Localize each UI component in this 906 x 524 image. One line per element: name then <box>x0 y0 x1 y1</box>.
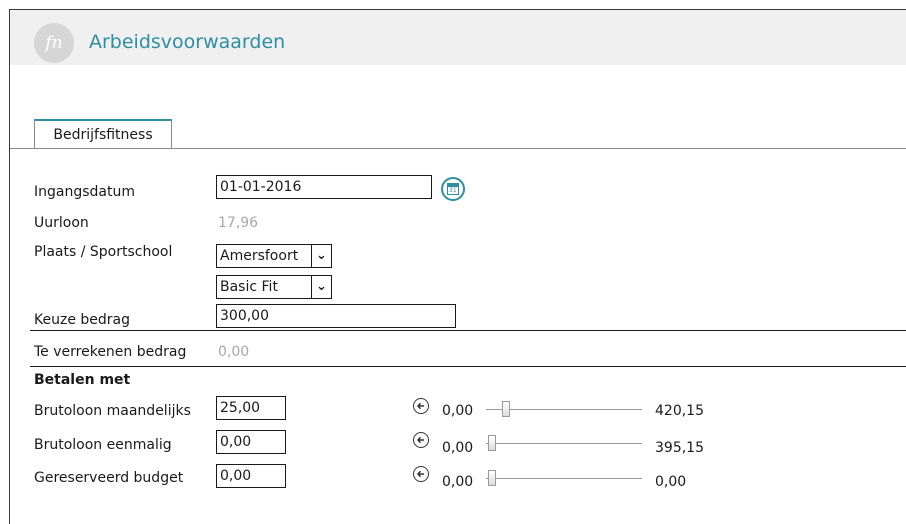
betalen-input[interactable]: 0,00 <box>216 464 286 488</box>
slider-min-label: 0,00 <box>442 440 474 456</box>
calendar-icon[interactable]: 31 <box>441 177 465 201</box>
page-title: Arbeidsvoorwaarden <box>89 31 286 53</box>
city-select[interactable]: Amersfoort ⌄ <box>216 244 332 268</box>
chevron-down-icon[interactable]: ⌄ <box>311 245 331 267</box>
slider-track[interactable] <box>486 478 642 479</box>
uurloon-label: Uurloon <box>34 215 89 231</box>
verrekenen-label: Te verrekenen bedrag <box>34 344 187 360</box>
tab-bedrijfsfitness[interactable]: Bedrijfsfitness <box>34 119 172 149</box>
slider-track[interactable] <box>486 443 642 444</box>
arrow-left-circle-icon[interactable] <box>413 466 429 482</box>
slider-max-label: 420,15 <box>655 403 704 419</box>
betalen-input[interactable]: 25,00 <box>216 396 286 420</box>
slider-thumb[interactable] <box>502 401 510 417</box>
betalen-label: Brutoloon eenmalig <box>34 437 172 453</box>
betalen-label: Brutoloon maandelijks <box>34 403 191 419</box>
slider-min-label: 0,00 <box>442 474 474 490</box>
betalen-label: Gereserveerd budget <box>34 470 184 486</box>
divider <box>30 366 906 367</box>
slider-min-label: 0,00 <box>442 403 474 419</box>
logo: fn <box>34 23 74 63</box>
verrekenen-value: 0,00 <box>218 344 250 360</box>
ingangsdatum-input[interactable]: 01-01-2016 <box>216 175 432 199</box>
arrow-left-circle-icon[interactable] <box>413 398 429 414</box>
betalen-input[interactable]: 0,00 <box>216 430 286 454</box>
divider <box>30 330 906 331</box>
plaats-label: Plaats / Sportschool <box>34 244 173 260</box>
chevron-down-icon[interactable]: ⌄ <box>311 276 331 298</box>
tab-divider <box>10 148 906 149</box>
slider-max-label: 395,15 <box>655 440 704 456</box>
ingangsdatum-label: Ingangsdatum <box>34 184 135 200</box>
slider-thumb[interactable] <box>488 435 496 451</box>
keuze-input[interactable]: 300,00 <box>216 304 456 328</box>
keuze-label: Keuze bedrag <box>34 312 130 328</box>
app-header: fn Arbeidsvoorwaarden <box>10 10 906 65</box>
city-select-value: Amersfoort <box>220 248 299 264</box>
gym-select-value: Basic Fit <box>220 279 278 295</box>
logo-text: fn <box>45 33 63 53</box>
gym-select[interactable]: Basic Fit ⌄ <box>216 275 332 299</box>
slider-thumb[interactable] <box>488 470 496 486</box>
betalen-heading: Betalen met <box>34 372 131 388</box>
arrow-left-circle-icon[interactable] <box>413 432 429 448</box>
slider-max-label: 0,00 <box>655 474 687 490</box>
uurloon-value: 17,96 <box>218 215 259 231</box>
